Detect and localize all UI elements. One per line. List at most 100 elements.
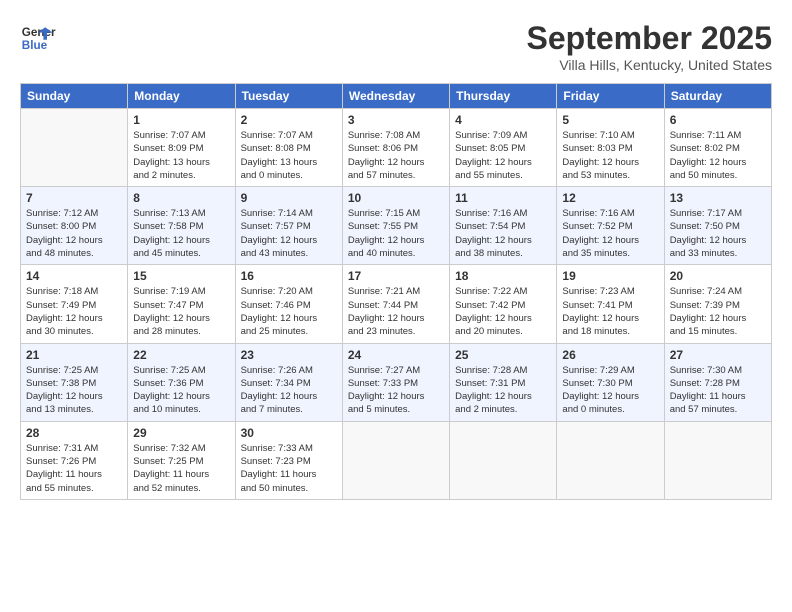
- day-info: Sunrise: 7:29 AMSunset: 7:30 PMDaylight:…: [562, 364, 658, 417]
- day-info: Sunrise: 7:26 AMSunset: 7:34 PMDaylight:…: [241, 364, 337, 417]
- day-info: Sunrise: 7:31 AMSunset: 7:26 PMDaylight:…: [26, 442, 122, 495]
- calendar-cell: 5 Sunrise: 7:10 AMSunset: 8:03 PMDaylight…: [557, 109, 664, 187]
- day-info: Sunrise: 7:09 AMSunset: 8:05 PMDaylight:…: [455, 129, 551, 182]
- day-info: Sunrise: 7:32 AMSunset: 7:25 PMDaylight:…: [133, 442, 229, 495]
- calendar-cell: 9Sunrise: 7:14 AMSunset: 7:57 PMDaylight…: [235, 187, 342, 265]
- day-number: 25: [455, 348, 551, 362]
- svg-text:Blue: Blue: [22, 39, 48, 52]
- day-number: 13: [670, 191, 766, 205]
- day-number: 17: [348, 269, 444, 283]
- calendar-week-1: 7 Sunrise: 7:12 AMSunset: 8:00 PMDaylight…: [21, 187, 772, 265]
- header-thursday: Thursday: [450, 84, 557, 109]
- header-saturday: Saturday: [664, 84, 771, 109]
- calendar-cell: 15 Sunrise: 7:19 AMSunset: 7:47 PMDayligh…: [128, 265, 235, 343]
- day-number: 10: [348, 191, 444, 205]
- day-info: Sunrise: 7:28 AMSunset: 7:31 PMDaylight:…: [455, 364, 551, 417]
- day-number: 1: [133, 113, 229, 127]
- day-info: Sunrise: 7:11 AMSunset: 8:02 PMDaylight:…: [670, 129, 766, 182]
- day-info: Sunrise: 7:25 AMSunset: 7:36 PMDaylight:…: [133, 364, 229, 417]
- day-number: 22: [133, 348, 229, 362]
- day-info: Sunrise: 7:13 AMSunset: 7:58 PMDaylight:…: [133, 207, 229, 260]
- day-number: 18: [455, 269, 551, 283]
- calendar-cell: 29 Sunrise: 7:32 AMSunset: 7:25 PMDayligh…: [128, 421, 235, 499]
- day-number: 4: [455, 113, 551, 127]
- day-number: 6: [670, 113, 766, 127]
- calendar-cell: 2 Sunrise: 7:07 AMSunset: 8:08 PMDaylight…: [235, 109, 342, 187]
- day-number: 5: [562, 113, 658, 127]
- day-number: 27: [670, 348, 766, 362]
- calendar-cell: [664, 421, 771, 499]
- day-info: Sunrise: 7:20 AMSunset: 7:46 PMDaylight:…: [241, 285, 337, 338]
- day-info: Sunrise: 7:10 AMSunset: 8:03 PMDaylight:…: [562, 129, 658, 182]
- day-number: 20: [670, 269, 766, 283]
- calendar-cell: [557, 421, 664, 499]
- day-number: 16: [241, 269, 337, 283]
- calendar-cell: 7 Sunrise: 7:12 AMSunset: 8:00 PMDaylight…: [21, 187, 128, 265]
- day-info: Sunrise: 7:07 AMSunset: 8:08 PMDaylight:…: [241, 129, 337, 182]
- day-info: Sunrise: 7:25 AMSunset: 7:38 PMDaylight:…: [26, 364, 122, 417]
- calendar-cell: 4 Sunrise: 7:09 AMSunset: 8:05 PMDaylight…: [450, 109, 557, 187]
- day-info: Sunrise: 7:07 AMSunset: 8:09 PMDaylight:…: [133, 129, 229, 182]
- svg-text:General: General: [22, 26, 56, 39]
- day-info: Sunrise: 7:19 AMSunset: 7:47 PMDaylight:…: [133, 285, 229, 338]
- day-number: 19: [562, 269, 658, 283]
- header-sunday: Sunday: [21, 84, 128, 109]
- day-info: Sunrise: 7:30 AMSunset: 7:28 PMDaylight:…: [670, 364, 766, 417]
- day-info: Sunrise: 7:08 AMSunset: 8:06 PMDaylight:…: [348, 129, 444, 182]
- calendar-cell: 17 Sunrise: 7:21 AMSunset: 7:44 PMDayligh…: [342, 265, 449, 343]
- calendar-cell: 11 Sunrise: 7:16 AMSunset: 7:54 PMDayligh…: [450, 187, 557, 265]
- day-number: 30: [241, 426, 337, 440]
- calendar-cell: 16 Sunrise: 7:20 AMSunset: 7:46 PMDayligh…: [235, 265, 342, 343]
- day-number: 29: [133, 426, 229, 440]
- calendar-cell: 18 Sunrise: 7:22 AMSunset: 7:42 PMDayligh…: [450, 265, 557, 343]
- location-subtitle: Villa Hills, Kentucky, United States: [527, 57, 772, 73]
- calendar-week-0: 1 Sunrise: 7:07 AMSunset: 8:09 PMDaylight…: [21, 109, 772, 187]
- logo: General Blue: [20, 20, 56, 56]
- logo-icon: General Blue: [20, 20, 56, 56]
- calendar-cell: 8 Sunrise: 7:13 AMSunset: 7:58 PMDaylight…: [128, 187, 235, 265]
- calendar-week-2: 14 Sunrise: 7:18 AMSunset: 7:49 PMDayligh…: [21, 265, 772, 343]
- day-number: 15: [133, 269, 229, 283]
- day-number: 21: [26, 348, 122, 362]
- day-info: Sunrise: 7:22 AMSunset: 7:42 PMDaylight:…: [455, 285, 551, 338]
- day-number: 24: [348, 348, 444, 362]
- calendar-cell: 24Sunrise: 7:27 AMSunset: 7:33 PMDayligh…: [342, 343, 449, 421]
- day-info: Sunrise: 7:18 AMSunset: 7:49 PMDaylight:…: [26, 285, 122, 338]
- day-info: Sunrise: 7:33 AMSunset: 7:23 PMDaylight:…: [241, 442, 337, 495]
- day-info: Sunrise: 7:16 AMSunset: 7:52 PMDaylight:…: [562, 207, 658, 260]
- calendar-cell: 30 Sunrise: 7:33 AMSunset: 7:23 PMDayligh…: [235, 421, 342, 499]
- day-info: Sunrise: 7:23 AMSunset: 7:41 PMDaylight:…: [562, 285, 658, 338]
- calendar-cell: [342, 421, 449, 499]
- header-friday: Friday: [557, 84, 664, 109]
- day-info: Sunrise: 7:21 AMSunset: 7:44 PMDaylight:…: [348, 285, 444, 338]
- calendar-cell: 23Sunrise: 7:26 AMSunset: 7:34 PMDayligh…: [235, 343, 342, 421]
- calendar-cell: 21 Sunrise: 7:25 AMSunset: 7:38 PMDayligh…: [21, 343, 128, 421]
- day-number: 11: [455, 191, 551, 205]
- calendar-cell: 28Sunrise: 7:31 AMSunset: 7:26 PMDayligh…: [21, 421, 128, 499]
- day-number: 2: [241, 113, 337, 127]
- day-info: Sunrise: 7:17 AMSunset: 7:50 PMDaylight:…: [670, 207, 766, 260]
- calendar-cell: 20Sunrise: 7:24 AMSunset: 7:39 PMDayligh…: [664, 265, 771, 343]
- calendar-cell: [450, 421, 557, 499]
- calendar-cell: 22 Sunrise: 7:25 AMSunset: 7:36 PMDayligh…: [128, 343, 235, 421]
- day-number: 7: [26, 191, 122, 205]
- day-number: 26: [562, 348, 658, 362]
- calendar-cell: 26 Sunrise: 7:29 AMSunset: 7:30 PMDayligh…: [557, 343, 664, 421]
- calendar-cell: 19 Sunrise: 7:23 AMSunset: 7:41 PMDayligh…: [557, 265, 664, 343]
- page-header: General Blue September 2025 Villa Hills,…: [20, 20, 772, 73]
- day-info: Sunrise: 7:16 AMSunset: 7:54 PMDaylight:…: [455, 207, 551, 260]
- calendar-cell: 13 Sunrise: 7:17 AMSunset: 7:50 PMDayligh…: [664, 187, 771, 265]
- day-info: Sunrise: 7:14 AMSunset: 7:57 PMDaylight:…: [241, 207, 337, 260]
- calendar-cell: 12Sunrise: 7:16 AMSunset: 7:52 PMDayligh…: [557, 187, 664, 265]
- calendar-week-3: 21 Sunrise: 7:25 AMSunset: 7:38 PMDayligh…: [21, 343, 772, 421]
- calendar-cell: 10Sunrise: 7:15 AMSunset: 7:55 PMDayligh…: [342, 187, 449, 265]
- day-number: 8: [133, 191, 229, 205]
- calendar-cell: 3 Sunrise: 7:08 AMSunset: 8:06 PMDaylight…: [342, 109, 449, 187]
- day-number: 14: [26, 269, 122, 283]
- calendar-cell: 14 Sunrise: 7:18 AMSunset: 7:49 PMDayligh…: [21, 265, 128, 343]
- title-block: September 2025 Villa Hills, Kentucky, Un…: [527, 20, 772, 73]
- day-info: Sunrise: 7:12 AMSunset: 8:00 PMDaylight:…: [26, 207, 122, 260]
- header-monday: Monday: [128, 84, 235, 109]
- day-number: 3: [348, 113, 444, 127]
- header-wednesday: Wednesday: [342, 84, 449, 109]
